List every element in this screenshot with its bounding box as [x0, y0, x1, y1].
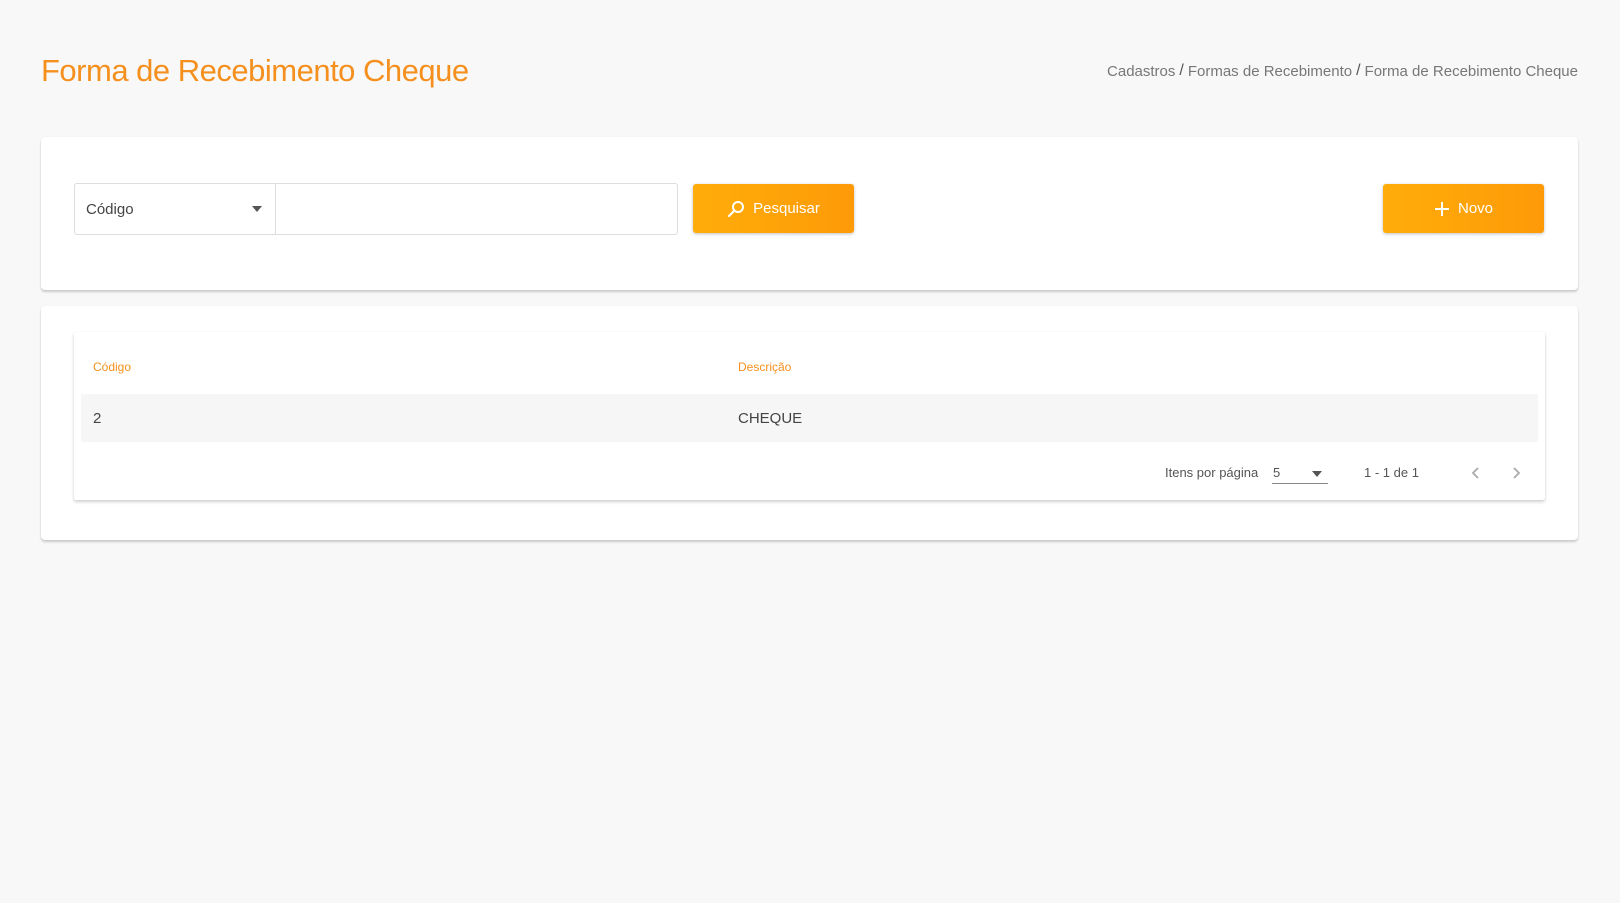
previous-page-button[interactable]	[1463, 460, 1489, 486]
page-title: Forma de Recebimento Cheque	[41, 53, 469, 88]
cell-codigo: 2	[93, 410, 102, 427]
breadcrumb-item-current: Forma de Recebimento Cheque	[1364, 62, 1578, 80]
table-row[interactable]: 2 CHEQUE	[81, 394, 1538, 442]
breadcrumb-item-cadastros[interactable]: Cadastros	[1107, 63, 1175, 80]
items-per-page-label: Itens por página	[1165, 465, 1259, 480]
page-range-label: 1 - 1 de 1	[1364, 465, 1419, 480]
search-button[interactable]: Pesquisar	[693, 184, 854, 233]
plus-icon	[1434, 201, 1450, 217]
page-size-select[interactable]: 5	[1272, 462, 1328, 484]
page-header: Forma de Recebimento Cheque Cadastros / …	[41, 48, 1578, 94]
breadcrumb: Cadastros / Formas de Recebimento / Form…	[1107, 62, 1578, 80]
column-header-codigo[interactable]: Código	[93, 360, 131, 374]
filter-field-selected: Código	[86, 200, 134, 218]
cell-descricao: CHEQUE	[738, 410, 803, 427]
search-input[interactable]	[275, 183, 678, 235]
paginator: Itens por página 5 1 - 1 de 1	[74, 460, 1545, 486]
next-page-button[interactable]	[1503, 460, 1529, 486]
results-card: Código Descrição 2 CHEQUE Itens por pági…	[41, 306, 1578, 540]
column-header-descricao[interactable]: Descrição	[738, 360, 791, 374]
breadcrumb-item-formas-de-recebimento[interactable]: Formas de Recebimento	[1188, 63, 1352, 80]
search-icon	[727, 200, 745, 218]
new-button-label: Novo	[1457, 200, 1494, 217]
page-size-value: 5	[1273, 465, 1281, 480]
breadcrumb-separator: /	[1179, 62, 1184, 79]
breadcrumb-separator: /	[1356, 62, 1361, 79]
search-button-label: Pesquisar	[753, 200, 820, 217]
search-card: Código Pesquisar Novo	[41, 137, 1578, 290]
results-table: Código Descrição 2 CHEQUE Itens por pági…	[74, 332, 1545, 500]
new-button[interactable]: Novo	[1383, 184, 1544, 233]
caret-down-icon	[1312, 471, 1322, 477]
chevron-right-icon	[1513, 467, 1521, 479]
caret-down-icon	[252, 206, 262, 212]
chevron-left-icon	[1471, 467, 1479, 479]
filter-field-select[interactable]: Código	[74, 183, 276, 235]
